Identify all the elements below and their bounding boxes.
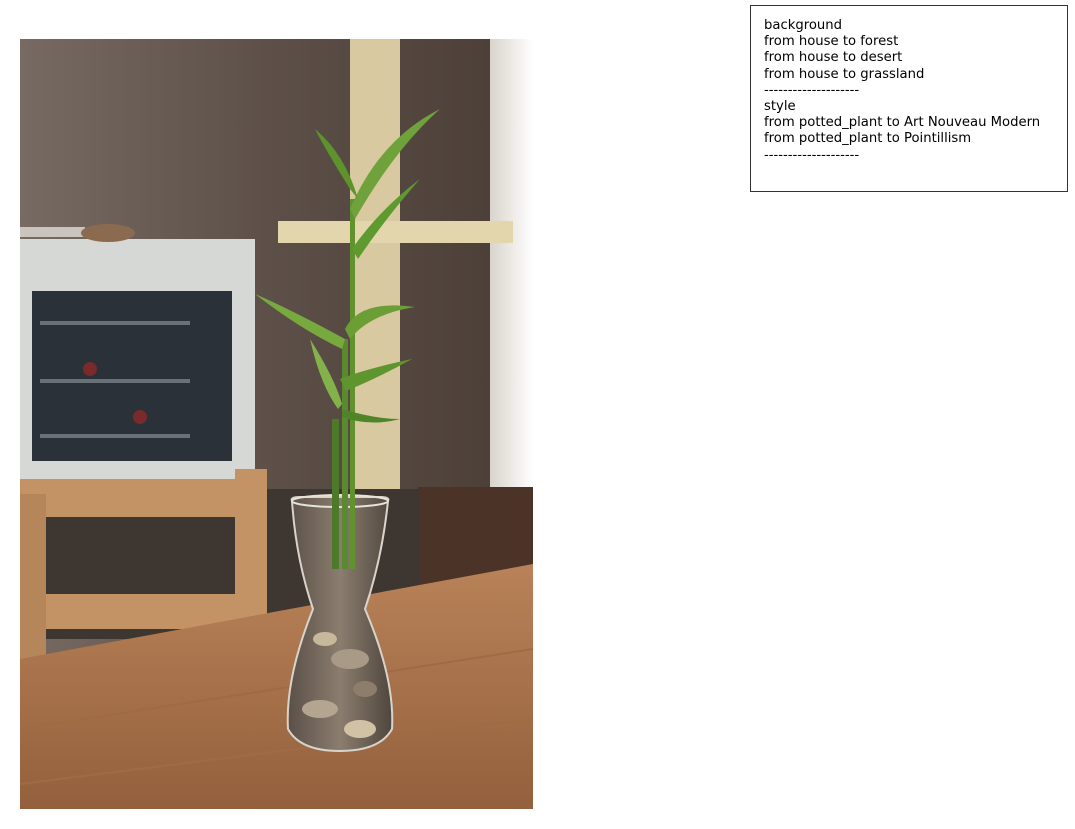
legend-line: background	[764, 18, 842, 33]
legend-divider: --------------------	[764, 82, 860, 98]
legend-box: background from house to forest from hou…	[750, 5, 1068, 192]
legend-line: style	[764, 99, 796, 115]
legend-divider: --------------------	[764, 147, 860, 163]
legend-line: from house to desert	[764, 50, 903, 66]
photo-illustration	[20, 39, 533, 809]
photo-potted-plant	[20, 39, 533, 809]
legend-line: from house to grassland	[764, 66, 925, 82]
legend-line: from potted_plant to Art Nouveau Modern	[764, 115, 1041, 131]
legend-line: from house to forest	[764, 34, 899, 50]
legend-line: from potted_plant to Pointillism	[764, 131, 972, 147]
